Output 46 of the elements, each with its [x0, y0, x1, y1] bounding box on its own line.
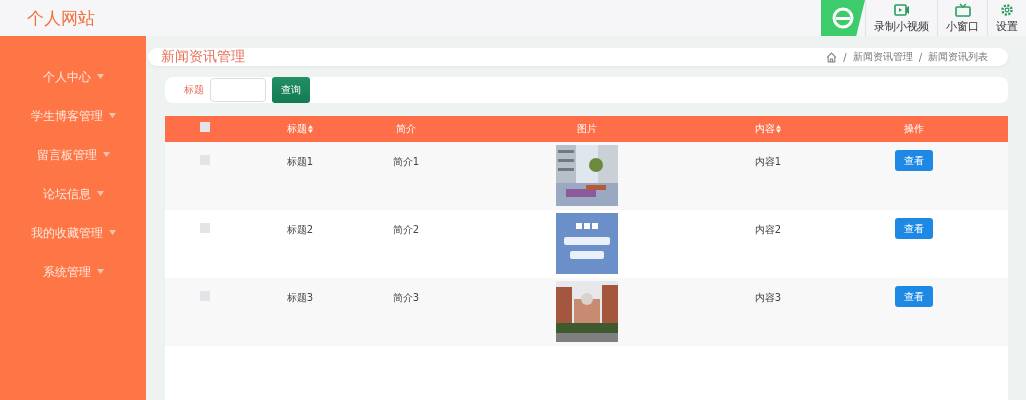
caret-icon — [96, 269, 104, 274]
table-cell: 内容2 — [754, 223, 782, 237]
table-cell: 简介3 — [392, 291, 420, 305]
page-title: 新闻资讯管理 — [161, 48, 245, 66]
table-cell: 标题3 — [286, 291, 314, 305]
breadcrumb-item[interactable]: 新闻资讯列表 — [928, 50, 988, 64]
site-title: 个人网站 — [27, 6, 95, 30]
caret-icon — [108, 113, 116, 118]
column-header[interactable]: 标题 — [287, 122, 313, 136]
video-camera-icon — [893, 2, 910, 17]
breadcrumb-separator: / — [918, 51, 922, 63]
sidebar-item[interactable]: 学生博客管理 — [26, 96, 120, 135]
search-label: 标题 — [184, 83, 204, 97]
sidebar-item[interactable]: 系统管理 — [38, 252, 108, 291]
sort-icon[interactable] — [308, 125, 313, 133]
caret-icon — [96, 74, 104, 79]
caret-icon — [102, 152, 110, 157]
sidebar-item[interactable]: 留言板管理 — [32, 135, 114, 174]
breadcrumb-separator: / — [843, 51, 847, 63]
column-header[interactable]: 内容 — [755, 122, 781, 136]
select-all-checkbox[interactable] — [200, 122, 210, 132]
table-cell: 简介1 — [392, 155, 420, 169]
search-button[interactable]: 查询 — [272, 77, 310, 103]
home-icon[interactable] — [826, 51, 838, 63]
view-button[interactable]: 查看 — [894, 150, 933, 171]
table-cell: 内容1 — [754, 155, 782, 169]
sidebar-item[interactable]: 我的收藏管理 — [26, 213, 120, 252]
table-cell: 标题1 — [286, 155, 314, 169]
table-cell: 内容3 — [754, 291, 782, 305]
column-header: 操作 — [903, 122, 924, 136]
sidebar-item[interactable]: 论坛信息 — [38, 174, 108, 213]
view-button[interactable]: 查看 — [894, 218, 933, 239]
tv-icon — [954, 2, 971, 17]
table-cell: 标题2 — [286, 223, 314, 237]
caret-icon — [96, 191, 104, 196]
sort-icon[interactable] — [776, 125, 781, 133]
column-header: 简介 — [396, 122, 416, 136]
caret-icon — [108, 230, 116, 235]
breadcrumb-item[interactable]: 新闻资讯管理 — [852, 50, 913, 64]
view-button[interactable]: 查看 — [894, 286, 933, 307]
table-cell: 简介2 — [392, 223, 420, 237]
title-input-field[interactable] — [210, 78, 266, 102]
column-header: 图片 — [577, 122, 597, 136]
sidebar-item[interactable]: 个人中心 — [38, 57, 108, 96]
settings-icon — [1000, 2, 1014, 17]
row-checkbox[interactable] — [200, 223, 210, 233]
